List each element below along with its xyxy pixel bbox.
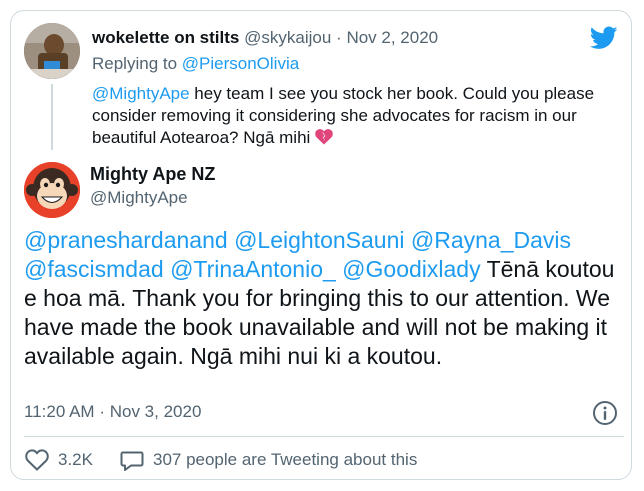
speech-bubble-icon (120, 451, 144, 471)
heart-outline-icon (25, 449, 49, 471)
tweet-footer: 3.2K 307 people are Tweeting about this (24, 446, 417, 474)
info-icon[interactable] (592, 400, 618, 426)
mention-link[interactable]: @LeightonSauni (234, 227, 404, 253)
replying-to-link[interactable]: @PiersonOlivia (182, 54, 299, 73)
mighty-ape-logo (24, 162, 80, 218)
footer-divider (24, 436, 624, 437)
heart-emoji-icon (315, 129, 333, 145)
tweeting-about-link[interactable]: 307 people are Tweeting about this (119, 448, 417, 472)
avatar-photo (24, 23, 80, 79)
mention-link[interactable]: @praneshardanand (24, 227, 228, 253)
parent-author-handle[interactable]: @skykaijou (244, 28, 331, 47)
parent-tweet-text: @MightyApe hey team I see you stock her … (92, 83, 602, 149)
parent-author-avatar[interactable] (24, 23, 80, 79)
like-count: 3.2K (58, 450, 93, 469)
replying-prefix: Replying to (92, 54, 182, 73)
mention-link[interactable]: @Rayna_Davis (411, 227, 571, 253)
tweet-time: 11:20 AM (24, 402, 95, 421)
main-author-avatar[interactable] (24, 162, 80, 218)
main-author-handle[interactable]: @MightyApe (90, 188, 188, 208)
main-author-name[interactable]: Mighty Ape NZ (90, 164, 215, 185)
tweet-date: Nov 3, 2020 (109, 402, 202, 421)
replying-to-line: Replying to @PiersonOlivia (92, 54, 299, 74)
parent-author-name[interactable]: wokelette on stilts (92, 28, 239, 47)
parent-tweet-header: wokelette on stilts @skykaijou · Nov 2, … (92, 28, 438, 48)
tweeting-about-text: 307 people are Tweeting about this (152, 450, 418, 469)
mention-link[interactable]: @Goodixlady (342, 256, 480, 282)
thread-connector-line (51, 84, 53, 150)
timestamp-separator: · (99, 402, 105, 421)
twitter-bird-icon[interactable] (590, 26, 618, 50)
tweet-timestamp[interactable]: 11:20 AM · Nov 3, 2020 (24, 402, 201, 422)
mention-link[interactable]: @fascismdad (24, 256, 164, 282)
mention-link[interactable]: @MightyApe (92, 84, 190, 103)
main-tweet-text: @praneshardanand @LeightonSauni @Rayna_D… (24, 226, 624, 371)
mention-link[interactable]: @TrinaAntonio_ (170, 256, 336, 282)
parent-tweet-date[interactable]: Nov 2, 2020 (346, 28, 438, 47)
parent-separator: · (336, 28, 342, 47)
like-button[interactable]: 3.2K (24, 448, 93, 472)
